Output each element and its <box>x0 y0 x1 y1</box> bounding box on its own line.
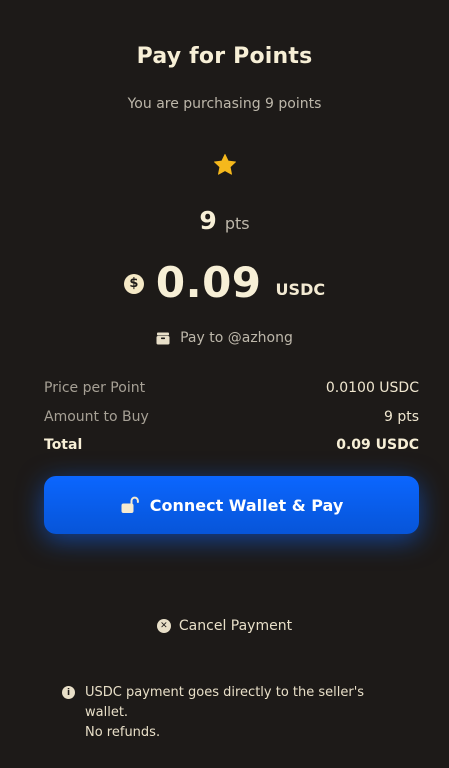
star-container <box>0 152 449 178</box>
detail-label: Price per Point <box>44 380 146 397</box>
dollar-icon: $ <box>123 273 144 294</box>
points-value: 9 <box>199 206 217 235</box>
payment-panel: Pay for Points You are purchasing 9 poin… <box>0 0 449 768</box>
pay-to-label: Pay to @azhong <box>180 330 293 346</box>
refund-note: i USDC payment goes directly to the sell… <box>62 683 405 743</box>
note-line-1: USDC payment goes directly to the seller… <box>85 685 365 720</box>
amount-currency: USDC <box>275 280 326 299</box>
points-display: 9 pts <box>0 206 449 235</box>
detail-value: 0.0100 USDC <box>325 380 419 397</box>
pay-to-recipient: Pay to @azhong <box>0 330 449 346</box>
cancel-label: Cancel Payment <box>178 618 293 634</box>
amount-value: 0.09 <box>155 258 262 307</box>
amount-display: $ 0.09 USDC <box>0 258 449 307</box>
wallet-icon <box>156 332 170 344</box>
detail-label: Amount to Buy <box>44 408 149 425</box>
note-line-2: No refunds. <box>85 725 161 740</box>
info-icon: i <box>62 686 75 699</box>
pay-button-label: Connect Wallet & Pay <box>149 495 344 515</box>
detail-row-total: Total 0.09 USDC <box>44 431 419 460</box>
cancel-payment-button[interactable]: ✕ Cancel Payment <box>0 618 449 634</box>
page-title: Pay for Points <box>136 44 313 69</box>
page-subtitle: You are purchasing 9 points <box>127 96 322 112</box>
detail-label: Total <box>44 437 83 454</box>
connect-wallet-pay-button[interactable]: Connect Wallet & Pay <box>44 476 419 534</box>
note-text: USDC payment goes directly to the seller… <box>85 683 405 743</box>
close-icon: ✕ <box>156 619 171 633</box>
detail-row-amount: Amount to Buy 9 pts <box>44 403 419 432</box>
unlock-icon <box>121 496 139 513</box>
points-unit: pts <box>224 214 250 233</box>
star-icon <box>213 153 236 175</box>
price-details: Price per Point 0.0100 USDC Amount to Bu… <box>44 374 419 460</box>
detail-value: 9 pts <box>383 408 419 425</box>
detail-row-price: Price per Point 0.0100 USDC <box>44 374 419 403</box>
detail-value: 0.09 USDC <box>336 437 419 454</box>
